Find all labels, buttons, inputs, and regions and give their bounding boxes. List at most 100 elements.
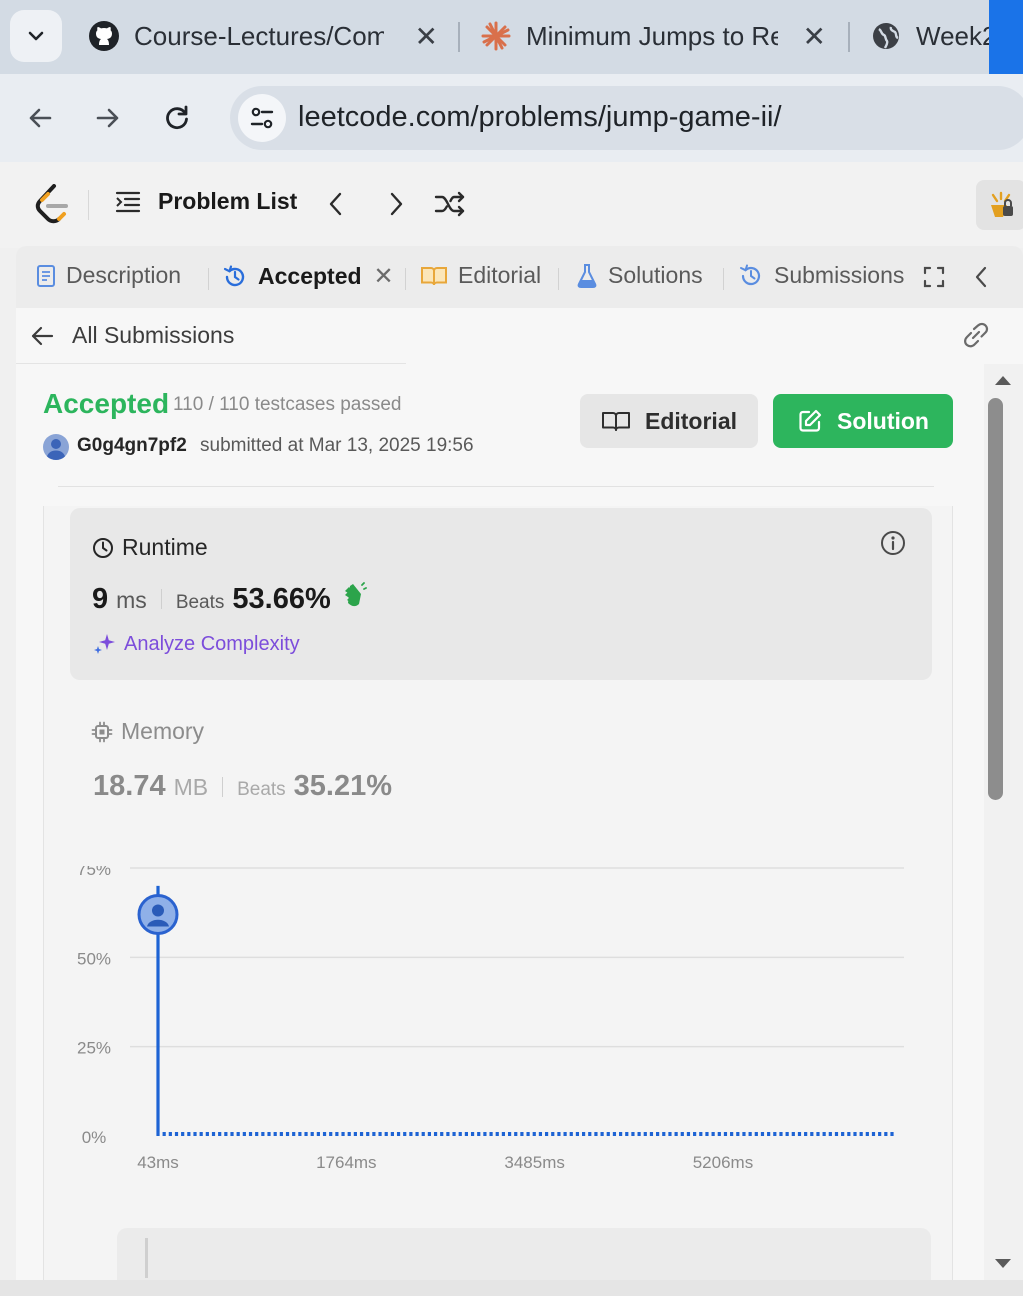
arrow-left-icon	[31, 326, 54, 345]
chart-bar	[859, 1132, 863, 1136]
next-problem-button[interactable]	[380, 188, 412, 220]
chart-bar	[396, 1132, 401, 1136]
beats-label: Beats	[175, 592, 225, 613]
runtime-values: 9 ms Beats 53.66%	[92, 582, 367, 616]
submission-details: Accepted 110 / 110 testcases passed G0g4…	[16, 364, 984, 1280]
browser-tab-3[interactable]: Week2	[870, 12, 1000, 60]
divider	[58, 486, 934, 487]
window-bottom-edge	[0, 1280, 1023, 1296]
memory-title[interactable]: Memory	[91, 718, 204, 745]
chart-bar	[347, 1132, 351, 1136]
reload-button[interactable]	[157, 98, 197, 138]
sparkle-icon	[94, 634, 115, 654]
avatar[interactable]	[43, 434, 69, 460]
chart-bar	[427, 1132, 431, 1136]
collapse-panel-button[interactable]	[968, 264, 994, 290]
browser-tab-2[interactable]: Minimum Jumps to Rea ✕	[480, 12, 826, 60]
submission-panel: Description Accepted ✕ Editorial Solutio…	[16, 246, 1023, 1280]
info-button[interactable]	[880, 530, 906, 561]
divider	[160, 589, 162, 609]
link-icon	[964, 322, 989, 348]
problem-list-button[interactable]: Problem List	[114, 188, 297, 215]
chart-bar	[544, 1132, 549, 1136]
browser-tab-1[interactable]: Course-Lectures/Comp ✕	[88, 12, 438, 60]
chart-bar	[415, 1132, 419, 1136]
chart-bar	[742, 1132, 746, 1136]
tab-title: Course-Lectures/Comp	[134, 20, 384, 51]
chart-bar	[316, 1132, 320, 1136]
scrollbar[interactable]	[984, 364, 1023, 1280]
chart-bar	[483, 1132, 487, 1136]
prev-problem-button[interactable]	[320, 188, 352, 220]
address-bar[interactable]: leetcode.com/problems/jump-game-ii/	[230, 86, 1023, 150]
history-icon	[222, 264, 248, 290]
submission-status: Accepted	[43, 388, 170, 419]
premium-button[interactable]	[976, 180, 1023, 230]
tab-solutions[interactable]: Solutions	[576, 262, 703, 289]
tab-divider	[558, 268, 559, 290]
tab-label: Solutions	[608, 262, 703, 288]
chart-bar	[705, 1132, 709, 1136]
close-tab-icon[interactable]: ✕	[415, 20, 438, 53]
back-button[interactable]	[20, 98, 60, 138]
chart-bar	[335, 1132, 339, 1136]
editorial-button[interactable]: Editorial	[580, 394, 758, 448]
site-settings-icon[interactable]	[238, 94, 286, 142]
chart-bar	[600, 1132, 604, 1136]
chart-bar	[520, 1132, 524, 1136]
scrollbar-thumb[interactable]	[988, 398, 1003, 800]
chart-bar	[828, 1132, 832, 1136]
solution-button[interactable]: Solution	[773, 394, 953, 448]
chart-bar	[181, 1132, 185, 1136]
analyze-complexity-label: Analyze Complexity	[124, 632, 300, 655]
chart-bar	[292, 1132, 296, 1136]
chart-bar	[551, 1132, 555, 1136]
runtime-distribution-chart[interactable]: 75% 50% 25% 0% 43ms 1764ms 3485ms 5206ms	[44, 866, 952, 1216]
tab-submissions[interactable]: Submissions	[738, 262, 904, 289]
chart-bar	[162, 1132, 166, 1136]
maximize-button[interactable]	[921, 264, 947, 290]
x-tick-label: 3485ms	[504, 1153, 564, 1172]
analyze-complexity-button[interactable]: Analyze Complexity	[92, 632, 300, 656]
chart-bar	[581, 1132, 586, 1136]
close-tab-icon[interactable]: ✕	[374, 262, 394, 291]
chart-bar	[390, 1132, 394, 1136]
chart-bar	[612, 1132, 617, 1136]
chart-bar	[421, 1132, 425, 1136]
chart-bar	[298, 1132, 302, 1136]
scroll-up-arrow-icon[interactable]	[994, 374, 1012, 386]
leetcode-logo-icon[interactable]	[34, 184, 70, 224]
chart-bar	[242, 1132, 246, 1136]
edit-icon	[799, 409, 822, 432]
tab-label: Description	[66, 262, 182, 288]
username-link[interactable]: G0g4gn7pf2	[77, 435, 187, 457]
runtime-label: Runtime	[122, 534, 208, 560]
all-submissions-link[interactable]: All Submissions	[30, 322, 234, 349]
tab-search-button[interactable]	[10, 10, 62, 62]
close-tab-icon[interactable]: ✕	[803, 20, 826, 53]
chart-bar	[273, 1132, 277, 1136]
y-tick-label: 50%	[77, 949, 111, 968]
chart-bar	[464, 1132, 469, 1136]
chart-bar	[366, 1132, 370, 1136]
chart-bar	[470, 1132, 475, 1136]
share-link-button[interactable]	[961, 322, 991, 353]
x-tick-label: 1764ms	[316, 1153, 376, 1172]
tab-description[interactable]: Description	[36, 262, 181, 289]
submission-subheader: All Submissions	[16, 308, 1023, 364]
tab-accepted[interactable]: Accepted ✕	[222, 262, 394, 291]
forward-button[interactable]	[88, 98, 128, 138]
divider	[145, 1238, 148, 1278]
chart-bar	[489, 1132, 493, 1136]
scroll-down-arrow-icon[interactable]	[994, 1258, 1012, 1270]
random-problem-button[interactable]	[434, 188, 466, 220]
chart-bar	[477, 1132, 481, 1136]
tab-editorial[interactable]: Editorial	[420, 262, 541, 289]
chart-bar	[378, 1132, 382, 1136]
beats-label: Beats	[237, 779, 286, 800]
chart-bar	[458, 1132, 462, 1136]
chart-bar	[686, 1132, 691, 1136]
chart-bar	[575, 1132, 580, 1136]
y-tick-label: 0%	[82, 1128, 107, 1147]
runtime-card[interactable]: Runtime 9 ms Beats 53.66% Analyze Comple…	[70, 508, 932, 680]
